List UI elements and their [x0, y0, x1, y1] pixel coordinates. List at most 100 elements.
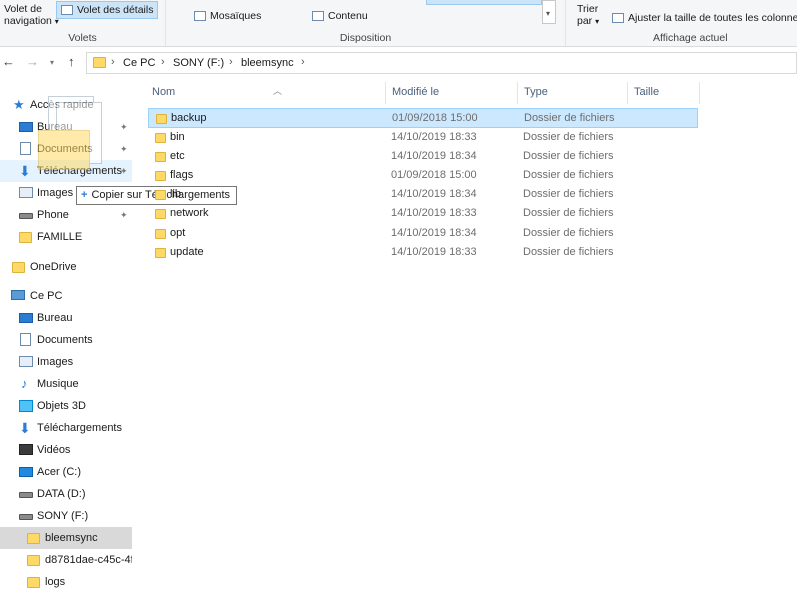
documents-icon [20, 142, 31, 155]
file-date: 01/09/2018 15:00 [391, 169, 477, 181]
sidebar-item-label: Téléchargements [37, 422, 122, 434]
breadcrumb-separator-icon[interactable]: › [229, 56, 233, 68]
file-date: 14/10/2019 18:34 [391, 188, 477, 200]
forward-arrow-icon[interactable]: → [26, 54, 39, 69]
layout-content-button[interactable]: Contenu [312, 10, 368, 22]
sidebar-item-label: Documents [37, 334, 93, 346]
sidebar-item-sony-f[interactable]: SONY (F:) [0, 505, 132, 527]
folder-icon [155, 248, 166, 258]
table-row[interactable]: etc 14/10/2019 18:34 Dossier de fichiers [148, 147, 698, 167]
sidebar-item-label: Bureau [37, 312, 73, 324]
pin-icon[interactable]: ✦ [120, 138, 128, 160]
pin-icon[interactable]: ✦ [120, 204, 128, 226]
table-row[interactable]: update 14/10/2019 18:33 Dossier de fichi… [148, 243, 698, 263]
table-row[interactable]: opt 14/10/2019 18:34 Dossier de fichiers [148, 224, 698, 244]
fit-columns-icon [612, 13, 624, 24]
column-header-modified[interactable]: Modifié le [386, 82, 518, 104]
documents-icon [20, 333, 31, 346]
column-header-type[interactable]: Type [518, 82, 628, 104]
column-header-label: Nom [152, 86, 176, 98]
folder-icon [27, 577, 40, 588]
sidebar-item-documents-pinned[interactable]: Documents ✦ [0, 138, 132, 160]
navigation-pane-label-2: navigation [4, 15, 52, 27]
recent-chevron-icon[interactable]: ▾ [50, 58, 54, 67]
column-header-size[interactable]: Taille [628, 82, 700, 104]
breadcrumb-ce-pc[interactable]: Ce PC [123, 57, 155, 69]
file-type: Dossier de fichiers [523, 169, 614, 181]
sidebar-item-onedrive[interactable]: OneDrive [0, 256, 132, 278]
breadcrumb-separator-icon[interactable]: › [111, 56, 115, 68]
sidebar-item-label: Musique [37, 378, 79, 390]
folder-icon [155, 209, 166, 219]
sidebar-item-acer-c[interactable]: Acer (C:) [0, 461, 132, 483]
fit-columns-button[interactable]: Ajuster la taille de toutes les colonnes [612, 12, 797, 24]
sidebar-item-label: Images [37, 356, 74, 368]
navigation-pane-button[interactable]: Volet de navigation ▾ [4, 3, 59, 28]
sidebar-item-label: Phone [37, 209, 69, 221]
affichage-group-label: Affichage actuel [653, 32, 728, 44]
table-row[interactable]: bin 14/10/2019 18:33 Dossier de fichiers [148, 128, 698, 148]
breadcrumb-separator-icon[interactable]: › [161, 56, 165, 68]
breadcrumb-separator-icon[interactable]: › [301, 56, 305, 68]
file-type: Dossier de fichiers [523, 131, 614, 143]
sidebar-item-bleemsync[interactable]: bleemsync [0, 527, 132, 549]
fit-columns-label: Ajuster la taille de toutes les colonnes [628, 12, 797, 24]
pin-icon[interactable]: ✦ [120, 116, 128, 138]
navigation-bar: ← → ▾ ↑ › Ce PC › SONY (F:) › bleemsync … [0, 50, 797, 76]
sidebar-item-images[interactable]: Images [0, 351, 132, 373]
sidebar-item-d8781dae[interactable]: d8781dae-c45c-4f [0, 549, 132, 571]
table-row[interactable]: backup 01/09/2018 15:00 Dossier de fichi… [148, 108, 698, 128]
sidebar-item-quick-access[interactable]: ★ Accès rapide [0, 94, 132, 116]
sidebar-item-label: OneDrive [30, 261, 77, 273]
file-type: Dossier de fichiers [523, 207, 614, 219]
sidebar-item-objets-3d[interactable]: Objets 3D [0, 395, 132, 417]
file-name: update [170, 246, 204, 258]
sidebar-item-logs[interactable]: logs [0, 571, 132, 593]
sidebar-item-label: Ce PC [30, 290, 63, 302]
sidebar-item-ce-pc[interactable]: Ce PC [0, 285, 132, 307]
file-date: 14/10/2019 18:33 [391, 246, 477, 258]
address-folder-icon [93, 57, 106, 68]
pin-icon[interactable]: ✦ [120, 160, 128, 182]
sidebar-item-documents[interactable]: Documents [0, 329, 132, 351]
sidebar-item-label: Accès rapide [30, 99, 94, 111]
sort-by-button[interactable]: Trier par ▾ [577, 3, 599, 28]
pc-icon [11, 290, 25, 300]
chevron-down-icon: ▾ [595, 17, 600, 26]
volets-group-label: Volets [68, 32, 97, 44]
table-row[interactable]: lib 14/10/2019 18:34 Dossier de fichiers [148, 185, 698, 205]
sidebar-item-bureau[interactable]: Bureau [0, 307, 132, 329]
table-row[interactable]: network 14/10/2019 18:33 Dossier de fich… [148, 204, 698, 224]
file-name: opt [170, 227, 186, 239]
sidebar-item-label: Images [37, 187, 74, 199]
back-arrow-icon[interactable]: ← [2, 54, 15, 69]
layout-tiles-button[interactable]: Mosaïques [194, 10, 261, 22]
breadcrumb-sony[interactable]: SONY (F:) [173, 57, 224, 69]
up-arrow-icon[interactable]: ↑ [68, 54, 75, 69]
video-icon [19, 444, 33, 455]
sidebar-item-telechargements-pinned[interactable]: ⬇ Téléchargements ✦ [0, 160, 132, 182]
sidebar-item-videos[interactable]: Vidéos [0, 439, 132, 461]
file-date: 14/10/2019 18:33 [391, 131, 477, 143]
ribbon: Volet de navigation ▾ Volet des détails … [0, 0, 797, 47]
breadcrumb-bleemsync[interactable]: bleemsync [241, 57, 294, 69]
column-header-name[interactable]: Nom ︿ [146, 82, 386, 104]
navigation-pane: ★ Accès rapide Bureau ✦ Documents ✦ ⬇ Té… [0, 86, 132, 600]
sidebar-item-bureau-pinned[interactable]: Bureau ✦ [0, 116, 132, 138]
sidebar-item-musique[interactable]: ♪ Musique [0, 373, 132, 395]
layout-scroll-box[interactable]: ▾ [542, 0, 556, 24]
table-row[interactable]: flags 01/09/2018 15:00 Dossier de fichie… [148, 166, 698, 186]
drive-icon [19, 492, 33, 498]
plus-icon: + [81, 189, 88, 201]
file-date: 14/10/2019 18:33 [391, 207, 477, 219]
sidebar-item-data-d[interactable]: DATA (D:) [0, 483, 132, 505]
details-pane-button[interactable]: Volet des détails [56, 1, 159, 19]
cube-icon [19, 400, 33, 412]
address-bar[interactable]: › Ce PC › SONY (F:) › bleemsync › [86, 52, 797, 74]
sidebar-item-famille[interactable]: FAMILLE [0, 226, 132, 248]
sidebar-item-phone[interactable]: Phone ✦ [0, 204, 132, 226]
sidebar-item-telechargements[interactable]: ⬇ Téléchargements [0, 417, 132, 439]
layout-selected-item[interactable] [426, 0, 542, 5]
file-type: Dossier de fichiers [523, 246, 614, 258]
sort-up-icon: ︿ [273, 86, 283, 96]
